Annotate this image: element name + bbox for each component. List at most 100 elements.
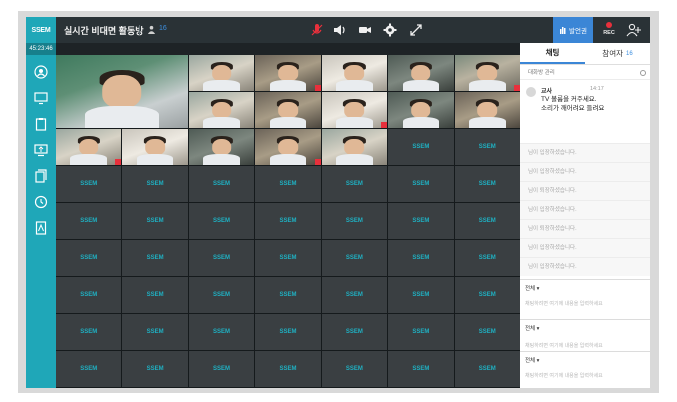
session-timer: 45:23:46 <box>26 43 56 55</box>
user-count: 16 <box>159 25 167 32</box>
video-tile[interactable] <box>255 92 321 128</box>
add-user-icon[interactable] <box>626 23 642 37</box>
empty-tile-brand: SSEM <box>146 329 164 335</box>
empty-tile-brand: SSEM <box>412 366 430 372</box>
tab-chat[interactable]: 채팅 <box>520 43 585 64</box>
video-tile[interactable] <box>388 55 454 91</box>
settings-icon[interactable] <box>383 23 397 37</box>
empty-tile-brand: SSEM <box>80 329 98 335</box>
empty-tile-brand: SSEM <box>412 218 430 224</box>
record-label: REC <box>603 30 615 36</box>
system-message: 님이 입장하셨습니다. <box>520 162 650 181</box>
empty-tile-brand: SSEM <box>146 292 164 298</box>
video-tile[interactable] <box>321 129 388 165</box>
document-icon[interactable] <box>34 221 48 235</box>
fullscreen-icon[interactable] <box>409 23 423 37</box>
monitor-icon[interactable] <box>34 91 48 105</box>
video-tile[interactable] <box>188 129 255 165</box>
empty-tile: SSEM <box>321 314 388 350</box>
files-icon[interactable] <box>34 169 48 183</box>
empty-tile-brand: SSEM <box>146 218 164 224</box>
tab-participants[interactable]: 참여자 16 <box>585 43 650 64</box>
empty-tile: SSEM <box>56 351 122 387</box>
empty-tile: SSEM <box>56 277 122 313</box>
empty-tile-brand: SSEM <box>412 329 430 335</box>
chat-settings-icon[interactable] <box>640 70 646 76</box>
video-tile[interactable] <box>188 92 255 128</box>
empty-tile-brand: SSEM <box>478 255 496 261</box>
empty-tile-brand: SSEM <box>279 255 297 261</box>
empty-tile: SSEM <box>188 203 255 239</box>
user-count-icon <box>147 25 156 34</box>
empty-tile: SSEM <box>188 166 255 202</box>
empty-tile: SSEM <box>255 203 321 239</box>
message-line-2: 소리가 깨어려요 들려요 <box>541 105 605 112</box>
video-tile[interactable] <box>454 92 520 128</box>
chat-input[interactable]: 채팅하려면 여기에 내용을 입력하세요 <box>525 300 643 307</box>
system-message: 님이 입장하셨습니다. <box>520 200 650 219</box>
empty-tile-brand: SSEM <box>213 181 231 187</box>
chat-input[interactable]: 채팅하려면 여기에 내용을 입력하세요 <box>525 372 643 379</box>
clipboard-icon[interactable] <box>34 117 48 131</box>
screen-share-icon[interactable] <box>34 143 48 157</box>
empty-tile-brand: SSEM <box>80 366 98 372</box>
video-tile[interactable] <box>122 129 188 165</box>
video-tile[interactable] <box>321 55 388 91</box>
video-tile[interactable] <box>454 55 520 91</box>
empty-tile: SSEM <box>56 314 122 350</box>
empty-tile: SSEM <box>122 314 188 350</box>
empty-tile-brand: SSEM <box>345 181 363 187</box>
clock-icon[interactable] <box>34 195 48 209</box>
camera-icon[interactable] <box>358 23 372 37</box>
empty-tile: SSEM <box>188 240 255 276</box>
video-tile-host[interactable] <box>56 55 188 128</box>
record-dot-icon <box>606 22 612 28</box>
profile-icon[interactable] <box>34 65 48 79</box>
empty-tile-brand: SSEM <box>279 181 297 187</box>
speaker-icon[interactable] <box>332 23 346 37</box>
chat-input-block: 전체 ▾ 채팅하려면 여기에 내용을 입력하세요 <box>520 319 650 351</box>
empty-tile: SSEM <box>255 351 321 387</box>
empty-tile: SSEM <box>188 314 255 350</box>
empty-tile: SSEM <box>188 277 255 313</box>
empty-tile: SSEM <box>56 240 122 276</box>
panel-tabs: 채팅 참여자 16 <box>520 43 650 65</box>
recipient-select[interactable]: 전체 ▾ <box>525 324 539 332</box>
empty-tile: SSEM <box>321 203 388 239</box>
video-tile[interactable] <box>255 55 321 91</box>
speak-permission-label: 발언권 <box>569 28 587 35</box>
video-tile[interactable] <box>255 129 321 165</box>
empty-tile: SSEM <box>56 203 122 239</box>
tab-participants-label: 참여자 <box>602 49 623 58</box>
chat-input[interactable]: 채팅하려면 여기에 내용을 입력하세요 <box>525 342 643 349</box>
empty-tile: SSEM <box>388 351 454 387</box>
speak-permission-button[interactable]: 발언권 <box>553 17 593 43</box>
video-tile[interactable] <box>56 129 122 165</box>
avatar <box>526 87 536 97</box>
system-message: 님이 입장하셨습니다. <box>520 257 650 276</box>
mic-muted-icon <box>314 85 321 91</box>
empty-tile: SSEM <box>56 166 122 202</box>
ssem-logo: SSEM <box>26 17 56 43</box>
video-tile[interactable] <box>188 55 255 91</box>
chat-room-manage[interactable]: 대화방 관리 <box>520 66 650 80</box>
record-button[interactable]: REC <box>599 19 619 41</box>
empty-tile: SSEM <box>122 166 188 202</box>
empty-tile-brand: SSEM <box>279 329 297 335</box>
recipient-select[interactable]: 전체 ▾ <box>525 284 539 292</box>
chat-input-block: 전체 ▾ 채팅하려면 여기에 내용을 입력하세요 <box>520 279 650 319</box>
empty-tile: SSEM <box>188 351 255 387</box>
empty-tile: SSEM <box>388 277 454 313</box>
mic-icon[interactable] <box>310 23 324 37</box>
empty-tile-brand: SSEM <box>213 329 231 335</box>
empty-tile-brand: SSEM <box>80 292 98 298</box>
video-tile[interactable] <box>321 92 388 128</box>
empty-tile: SSEM <box>388 314 454 350</box>
chat-message: 교사 14:17 TV 볼륨을 커주세요. 소리가 깨어려요 들려요 <box>524 83 646 117</box>
recipient-select[interactable]: 전체 ▾ <box>525 356 539 364</box>
participant-count: 16 <box>626 50 633 57</box>
video-tile[interactable] <box>388 92 454 128</box>
empty-tile: SSEM <box>122 351 188 387</box>
hand-icon <box>560 26 566 34</box>
empty-tile-brand: SSEM <box>478 181 496 187</box>
